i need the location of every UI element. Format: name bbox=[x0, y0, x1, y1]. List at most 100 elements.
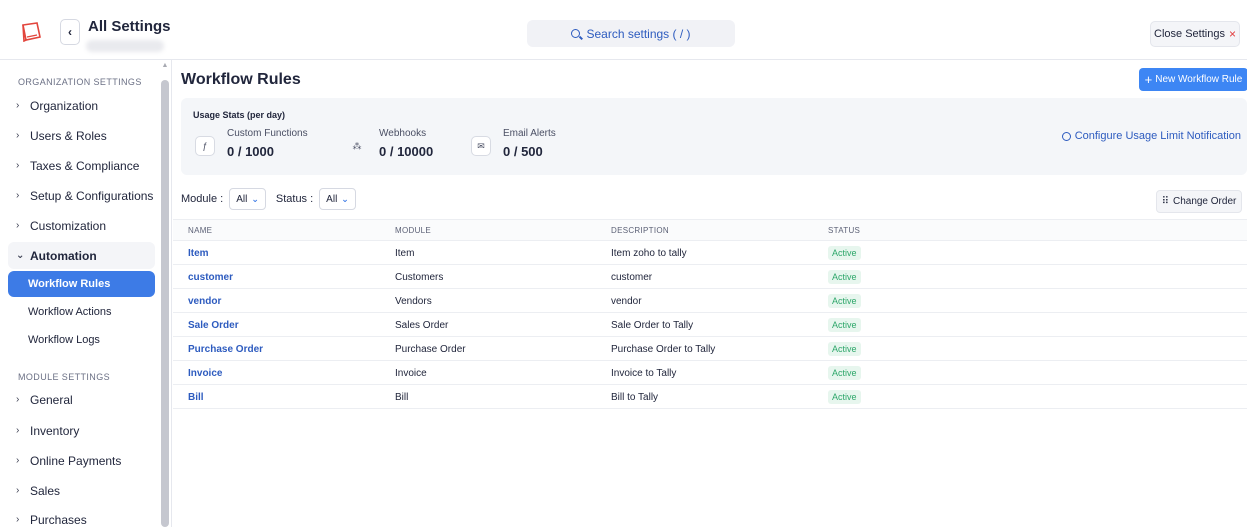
rule-name-link[interactable]: vendor bbox=[188, 296, 221, 307]
rule-module: Vendors bbox=[395, 296, 432, 307]
app-logo-icon bbox=[22, 22, 41, 42]
status-badge: Active bbox=[828, 390, 861, 404]
sidebar-item-organization[interactable]: › Organization bbox=[8, 92, 155, 119]
stat-label: Email Alerts bbox=[503, 128, 556, 139]
column-header-module[interactable]: MODULE bbox=[395, 226, 431, 235]
table-row[interactable]: Invoice Invoice Invoice to Tally Active bbox=[173, 361, 1247, 385]
scroll-up-icon[interactable]: ▲ bbox=[161, 62, 169, 69]
close-settings-button[interactable]: Close Settings × bbox=[1150, 21, 1240, 47]
rule-description: customer bbox=[611, 272, 653, 283]
main-content: Workflow Rules + New Workflow Rule Usage… bbox=[173, 60, 1247, 527]
chevron-right-icon: › bbox=[16, 425, 20, 436]
drag-handle-icon: ⠿ bbox=[1161, 196, 1169, 207]
email-icon: ✉ bbox=[471, 136, 491, 156]
close-icon: × bbox=[1228, 27, 1236, 41]
chevron-down-icon: ⌄ bbox=[16, 250, 25, 261]
organization-settings-heading: ORGANIZATION SETTINGS bbox=[18, 77, 142, 87]
table-row[interactable]: Bill Bill Bill to Tally Active bbox=[173, 385, 1247, 409]
search-placeholder: Search settings ( / ) bbox=[586, 26, 691, 41]
table-row[interactable]: Sale Order Sales Order Sale Order to Tal… bbox=[173, 313, 1247, 337]
chevron-right-icon: › bbox=[16, 160, 20, 171]
configure-usage-limit-link[interactable]: Configure Usage Limit Notification bbox=[1061, 130, 1241, 142]
stat-label: Custom Functions bbox=[227, 128, 308, 139]
module-filter-label: Module : bbox=[181, 193, 224, 205]
chevron-right-icon: › bbox=[16, 190, 20, 201]
top-bar: ‹ All Settings Search settings ( / ) Clo… bbox=[0, 0, 1247, 60]
status-badge: Active bbox=[828, 342, 861, 356]
rule-description: Purchase Order to Tally bbox=[611, 344, 716, 355]
rule-name-link[interactable]: Bill bbox=[188, 392, 204, 403]
rule-name-link[interactable]: Sale Order bbox=[188, 320, 239, 331]
rule-module: Purchase Order bbox=[395, 344, 466, 355]
rule-name-link[interactable]: Purchase Order bbox=[188, 344, 263, 355]
rule-description: Invoice to Tally bbox=[611, 368, 677, 379]
stat-value: 0 / 1000 bbox=[227, 144, 274, 159]
rule-name-link[interactable]: customer bbox=[188, 272, 233, 283]
stat-custom-functions: ƒ Custom Functions 0 / 1000 bbox=[195, 128, 308, 159]
change-order-button[interactable]: ⠿ Change Order bbox=[1156, 190, 1242, 213]
sidebar-item-users-roles[interactable]: › Users & Roles bbox=[8, 122, 155, 149]
chevron-right-icon: › bbox=[16, 394, 20, 405]
sidebar-item-sales[interactable]: › Sales bbox=[8, 477, 155, 504]
status-badge: Active bbox=[828, 294, 861, 308]
workflow-rules-title: Workflow Rules bbox=[181, 71, 301, 88]
table-row[interactable]: Purchase Order Purchase Order Purchase O… bbox=[173, 337, 1247, 361]
search-icon bbox=[571, 29, 581, 38]
stat-email-alerts: ✉ Email Alerts 0 / 500 bbox=[471, 128, 556, 159]
sidebar-item-online-payments[interactable]: › Online Payments bbox=[8, 447, 155, 474]
close-settings-label: Close Settings bbox=[1154, 28, 1225, 40]
column-header-description[interactable]: DESCRIPTION bbox=[611, 226, 669, 235]
sidebar-item-customization[interactable]: › Customization bbox=[8, 212, 155, 239]
sidebar-scrollbar[interactable] bbox=[161, 80, 169, 527]
sidebar-item-inventory[interactable]: › Inventory bbox=[8, 417, 155, 444]
rule-name-link[interactable]: Item bbox=[188, 248, 209, 259]
chevron-right-icon: › bbox=[16, 130, 20, 141]
sidebar-item-taxes-compliance[interactable]: › Taxes & Compliance bbox=[8, 152, 155, 179]
chevron-right-icon: › bbox=[16, 485, 20, 496]
rule-description: Bill to Tally bbox=[611, 392, 659, 403]
sidebar-item-general[interactable]: › General bbox=[8, 386, 155, 413]
table-row[interactable]: vendor Vendors vendor Active bbox=[173, 289, 1247, 313]
sidebar-item-purchases[interactable]: › Purchases bbox=[8, 506, 155, 527]
status-filter-label: Status : bbox=[275, 193, 314, 205]
rule-module: Customers bbox=[395, 272, 444, 283]
usage-stats-title: Usage Stats (per day) bbox=[193, 110, 286, 120]
stat-label: Webhooks bbox=[379, 128, 427, 139]
chevron-right-icon: › bbox=[16, 100, 20, 111]
table-row[interactable]: customer Customers customer Active bbox=[173, 265, 1247, 289]
stat-value: 0 / 500 bbox=[503, 144, 543, 159]
rule-module: Bill bbox=[395, 392, 409, 403]
table-row[interactable]: Item Item Item zoho to tally Active bbox=[173, 241, 1247, 265]
settings-sidebar: ▲ ORGANIZATION SETTINGS › Organization › U… bbox=[0, 60, 172, 527]
status-badge: Active bbox=[828, 246, 861, 260]
chevron-down-icon: ⌄ bbox=[341, 193, 349, 204]
sidebar-item-workflow-rules[interactable]: Workflow Rules bbox=[8, 271, 155, 297]
column-header-status[interactable]: STATUS bbox=[828, 226, 860, 235]
page-title: All Settings bbox=[88, 18, 171, 35]
chevron-down-icon: ⌄ bbox=[251, 193, 259, 204]
back-button[interactable]: ‹ bbox=[60, 19, 80, 45]
status-badge: Active bbox=[828, 366, 861, 380]
webhook-icon: ⁂ bbox=[352, 140, 362, 151]
chevron-right-icon: › bbox=[16, 455, 20, 466]
rule-name-link[interactable]: Invoice bbox=[188, 368, 222, 379]
sidebar-item-workflow-actions[interactable]: Workflow Actions bbox=[8, 299, 155, 325]
sidebar-item-automation[interactable]: ⌄ Automation bbox=[8, 242, 155, 269]
rule-module: Item bbox=[395, 248, 415, 259]
table-header: NAME MODULE DESCRIPTION STATUS bbox=[173, 219, 1247, 241]
organization-name-blurred bbox=[86, 40, 164, 52]
module-filter-select[interactable]: All ⌄ bbox=[229, 188, 266, 210]
new-workflow-rule-button[interactable]: + New Workflow Rule bbox=[1139, 68, 1247, 91]
usage-stats-panel: Usage Stats (per day) ƒ Custom Functions… bbox=[181, 98, 1247, 175]
sidebar-item-setup-configurations[interactable]: › Setup & Configurations bbox=[8, 182, 155, 209]
stat-value: 0 / 10000 bbox=[379, 144, 434, 159]
chevron-left-icon: ‹ bbox=[68, 25, 72, 39]
column-header-name[interactable]: NAME bbox=[188, 226, 212, 235]
search-settings-input[interactable]: Search settings ( / ) bbox=[527, 20, 735, 47]
status-badge: Active bbox=[828, 318, 861, 332]
rule-description: Sale Order to Tally bbox=[611, 320, 694, 331]
workflow-rules-table: NAME MODULE DESCRIPTION STATUS Item Item… bbox=[173, 219, 1247, 409]
status-filter-select[interactable]: All ⌄ bbox=[319, 188, 356, 210]
stat-webhooks: ⁂ Webhooks 0 / 10000 bbox=[347, 128, 434, 159]
sidebar-item-workflow-logs[interactable]: Workflow Logs bbox=[8, 327, 155, 353]
